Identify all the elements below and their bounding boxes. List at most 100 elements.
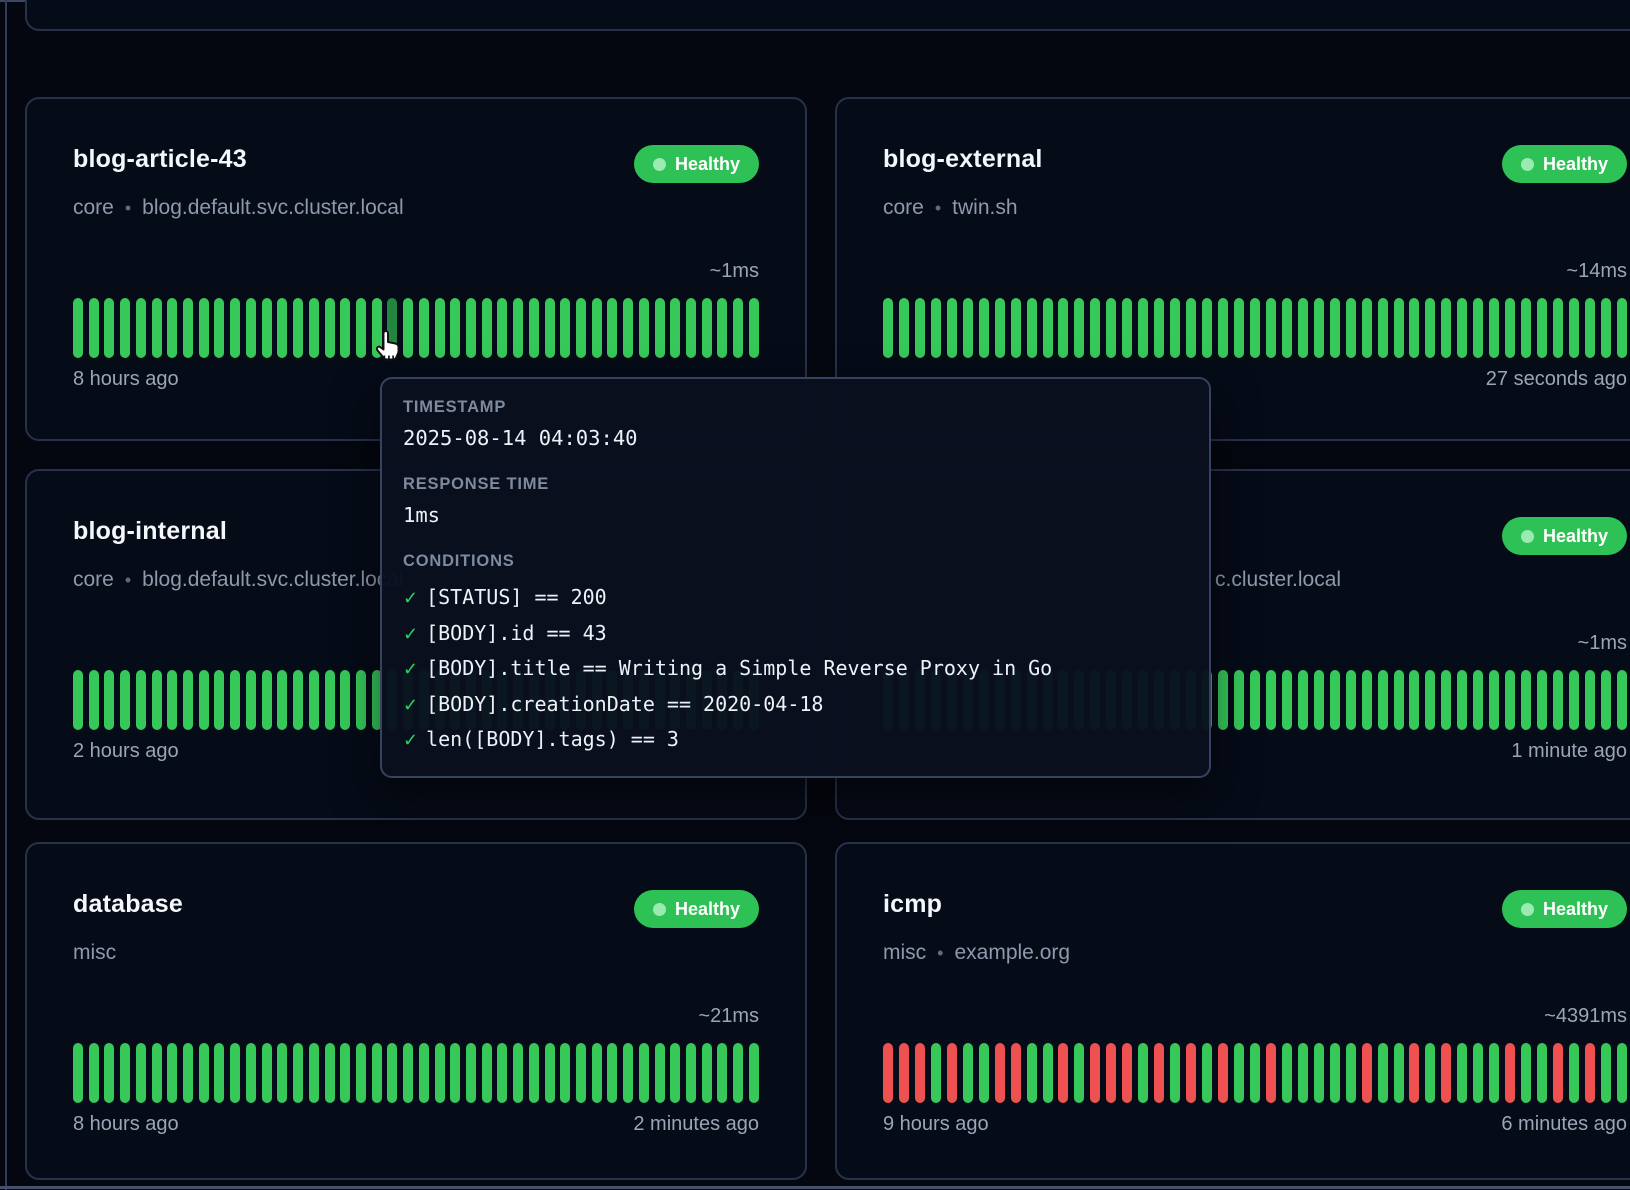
uptime-bar[interactable] [1489, 1043, 1499, 1103]
uptime-bar[interactable] [1394, 670, 1404, 730]
uptime-bar[interactable] [1378, 1043, 1388, 1103]
uptime-bar[interactable] [104, 670, 114, 730]
uptime-bar[interactable] [1362, 670, 1372, 730]
endpoint-card-database[interactable]: database Healthy misc ~21ms 8 hours ago … [25, 842, 807, 1180]
uptime-bar[interactable] [246, 298, 256, 358]
uptime-bar[interactable] [963, 298, 973, 358]
uptime-bar[interactable] [214, 298, 224, 358]
uptime-bar[interactable] [1473, 1043, 1483, 1103]
uptime-bar[interactable] [277, 1043, 287, 1103]
uptime-bar[interactable] [1186, 1043, 1196, 1103]
uptime-bar[interactable] [1409, 670, 1419, 730]
uptime-bar[interactable] [560, 1043, 570, 1103]
uptime-bar[interactable] [513, 298, 523, 358]
uptime-bar[interactable] [1234, 670, 1244, 730]
uptime-bar[interactable] [1537, 298, 1547, 358]
endpoint-card-icmp[interactable]: icmp Healthy misc • example.org ~4391ms … [835, 842, 1630, 1180]
uptime-bar[interactable] [1330, 670, 1340, 730]
uptime-bar[interactable] [214, 670, 224, 730]
uptime-bar[interactable] [167, 1043, 177, 1103]
uptime-bar[interactable] [1282, 298, 1292, 358]
uptime-bar[interactable] [1250, 670, 1260, 730]
uptime-bar[interactable] [1537, 670, 1547, 730]
uptime-bar[interactable] [717, 1043, 727, 1103]
uptime-bar[interactable] [497, 298, 507, 358]
uptime-bar[interactable] [623, 1043, 633, 1103]
uptime-bar[interactable] [340, 298, 350, 358]
uptime-bar[interactable] [1266, 670, 1276, 730]
uptime-bar[interactable] [1585, 1043, 1595, 1103]
uptime-bar[interactable] [560, 298, 570, 358]
uptime-bar[interactable] [1298, 298, 1308, 358]
uptime-bar[interactable] [655, 1043, 665, 1103]
uptime-bar[interactable] [1202, 1043, 1212, 1103]
uptime-bar[interactable] [1394, 1043, 1404, 1103]
uptime-bar[interactable] [1058, 298, 1068, 358]
uptime-bar[interactable] [262, 1043, 272, 1103]
uptime-bar[interactable] [899, 1043, 909, 1103]
uptime-bar[interactable] [1553, 1043, 1563, 1103]
uptime-bar[interactable] [1074, 298, 1084, 358]
uptime-bar[interactable] [1457, 1043, 1467, 1103]
uptime-bar[interactable] [1090, 1043, 1100, 1103]
uptime-bar[interactable] [1473, 670, 1483, 730]
uptime-bar[interactable] [230, 298, 240, 358]
uptime-bar[interactable] [1553, 670, 1563, 730]
uptime-bar[interactable] [639, 298, 649, 358]
uptime-bar[interactable] [1298, 1043, 1308, 1103]
uptime-bar[interactable] [979, 1043, 989, 1103]
uptime-bar[interactable] [545, 298, 555, 358]
uptime-bar[interactable] [136, 298, 146, 358]
uptime-bar[interactable] [183, 298, 193, 358]
uptime-bar[interactable] [1106, 1043, 1116, 1103]
uptime-bar[interactable] [450, 1043, 460, 1103]
uptime-bar[interactable] [1058, 1043, 1068, 1103]
uptime-bar[interactable] [1043, 298, 1053, 358]
uptime-bar[interactable] [995, 298, 1005, 358]
uptime-bar[interactable] [152, 1043, 162, 1103]
uptime-bar[interactable] [1346, 298, 1356, 358]
uptime-bar[interactable] [1521, 670, 1531, 730]
uptime-bar[interactable] [89, 1043, 99, 1103]
uptime-bar[interactable] [230, 670, 240, 730]
uptime-bar[interactable] [1537, 1043, 1547, 1103]
uptime-bar[interactable] [1441, 1043, 1451, 1103]
uptime-bar[interactable] [1457, 670, 1467, 730]
uptime-bar[interactable] [1027, 1043, 1037, 1103]
uptime-bar[interactable] [89, 670, 99, 730]
uptime-bar[interactable] [325, 1043, 335, 1103]
uptime-bar[interactable] [979, 298, 989, 358]
uptime-bar[interactable] [947, 298, 957, 358]
uptime-bar[interactable] [1441, 298, 1451, 358]
uptime-bar[interactable] [246, 670, 256, 730]
uptime-bars[interactable] [883, 298, 1627, 358]
uptime-bar[interactable] [1266, 1043, 1276, 1103]
uptime-bar[interactable] [702, 1043, 712, 1103]
uptime-bar[interactable] [1202, 298, 1212, 358]
uptime-bar[interactable] [340, 1043, 350, 1103]
uptime-bar[interactable] [529, 298, 539, 358]
uptime-bar[interactable] [89, 298, 99, 358]
uptime-bar[interactable] [435, 298, 445, 358]
uptime-bar[interactable] [576, 1043, 586, 1103]
partial-card-top[interactable] [25, 0, 1630, 31]
uptime-bar[interactable] [639, 1043, 649, 1103]
uptime-bar[interactable] [1409, 298, 1419, 358]
uptime-bar[interactable] [1027, 298, 1037, 358]
uptime-bar[interactable] [466, 298, 476, 358]
uptime-bar[interactable] [104, 1043, 114, 1103]
uptime-bar[interactable] [1378, 670, 1388, 730]
uptime-bar[interactable] [1218, 298, 1228, 358]
uptime-bar[interactable] [246, 1043, 256, 1103]
uptime-bar[interactable] [73, 298, 83, 358]
uptime-bar[interactable] [1250, 1043, 1260, 1103]
uptime-bar[interactable] [1043, 1043, 1053, 1103]
uptime-bar[interactable] [199, 1043, 209, 1103]
uptime-bar[interactable] [419, 1043, 429, 1103]
uptime-bar[interactable] [899, 298, 909, 358]
uptime-bar[interactable] [403, 1043, 413, 1103]
uptime-bar[interactable] [1569, 1043, 1579, 1103]
uptime-bar[interactable] [1250, 298, 1260, 358]
uptime-bar[interactable] [1473, 298, 1483, 358]
uptime-bar[interactable] [607, 1043, 617, 1103]
